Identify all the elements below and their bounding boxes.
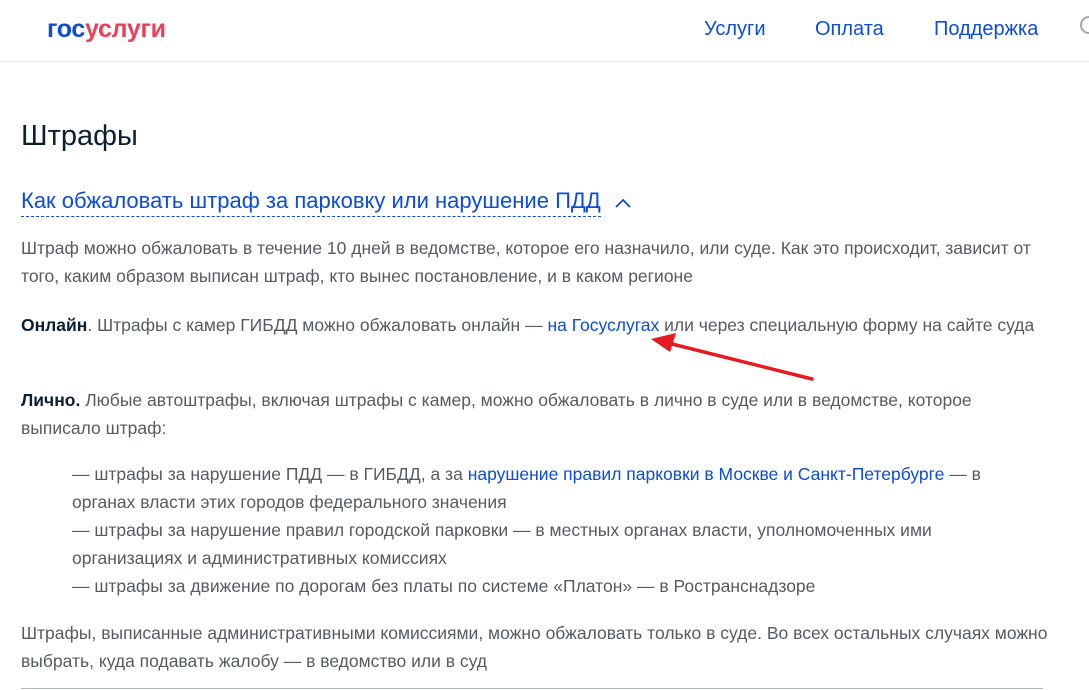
online-paragraph: Онлайн. Штрафы с камер ГИБДД можно обжал… — [21, 311, 1051, 339]
personal-text: Любые автоштрафы, включая штрафы с камер… — [21, 390, 972, 438]
parking-violation-link[interactable]: нарушение правил парковки в Москве и Сан… — [468, 464, 945, 484]
page-title: Штрафы — [21, 120, 138, 152]
personal-label: Лично. — [21, 390, 81, 410]
intro-paragraph: Штраф можно обжаловать в течение 10 дней… — [21, 238, 1031, 286]
site-header: госуслуги Услуги Оплата Поддержка — [0, 0, 1089, 62]
gosuslugi-logo[interactable]: госуслуги — [47, 14, 166, 44]
nav-payment-link[interactable]: Оплата — [815, 17, 884, 41]
online-text: . Штрафы с камер ГИБДД можно обжаловать … — [87, 315, 548, 335]
chevron-up-icon[interactable] — [615, 195, 631, 213]
logo-part-gos: гос — [47, 15, 86, 43]
nav-services-link[interactable]: Услуги — [704, 17, 766, 41]
section-divider — [21, 688, 1043, 689]
list-item: — штрафы за нарушение правил городской п… — [72, 520, 932, 568]
accordion-title[interactable]: Как обжаловать штраф за парковку или нар… — [21, 186, 601, 217]
user-menu-icon[interactable] — [1080, 16, 1089, 34]
closing-paragraph: Штрафы, выписанные административными ком… — [21, 623, 1048, 671]
list-item: — штрафы за нарушение ПДД — в ГИБДД, а з… — [72, 460, 1047, 516]
personal-paragraph: Лично. Любые автоштрафы, включая штрафы … — [21, 386, 1051, 442]
online-text-end: или через специальную форму на сайте суд… — [659, 315, 1035, 335]
accordion-header[interactable]: Как обжаловать штраф за парковку или нар… — [21, 186, 631, 217]
online-label: Онлайн — [21, 315, 88, 335]
logo-part-uslugi: услуги — [85, 15, 166, 43]
gosuslugi-appeal-link[interactable]: на Госуслугах — [547, 315, 659, 335]
list-item-text: — штрафы за нарушение ПДД — в ГИБДД, а з… — [72, 464, 468, 484]
list-item: — штрафы за движение по дорогам без плат… — [72, 576, 816, 596]
nav-support-link[interactable]: Поддержка — [934, 17, 1038, 41]
appeal-places-list: — штрафы за нарушение ПДД — в ГИБДД, а з… — [72, 460, 1047, 600]
